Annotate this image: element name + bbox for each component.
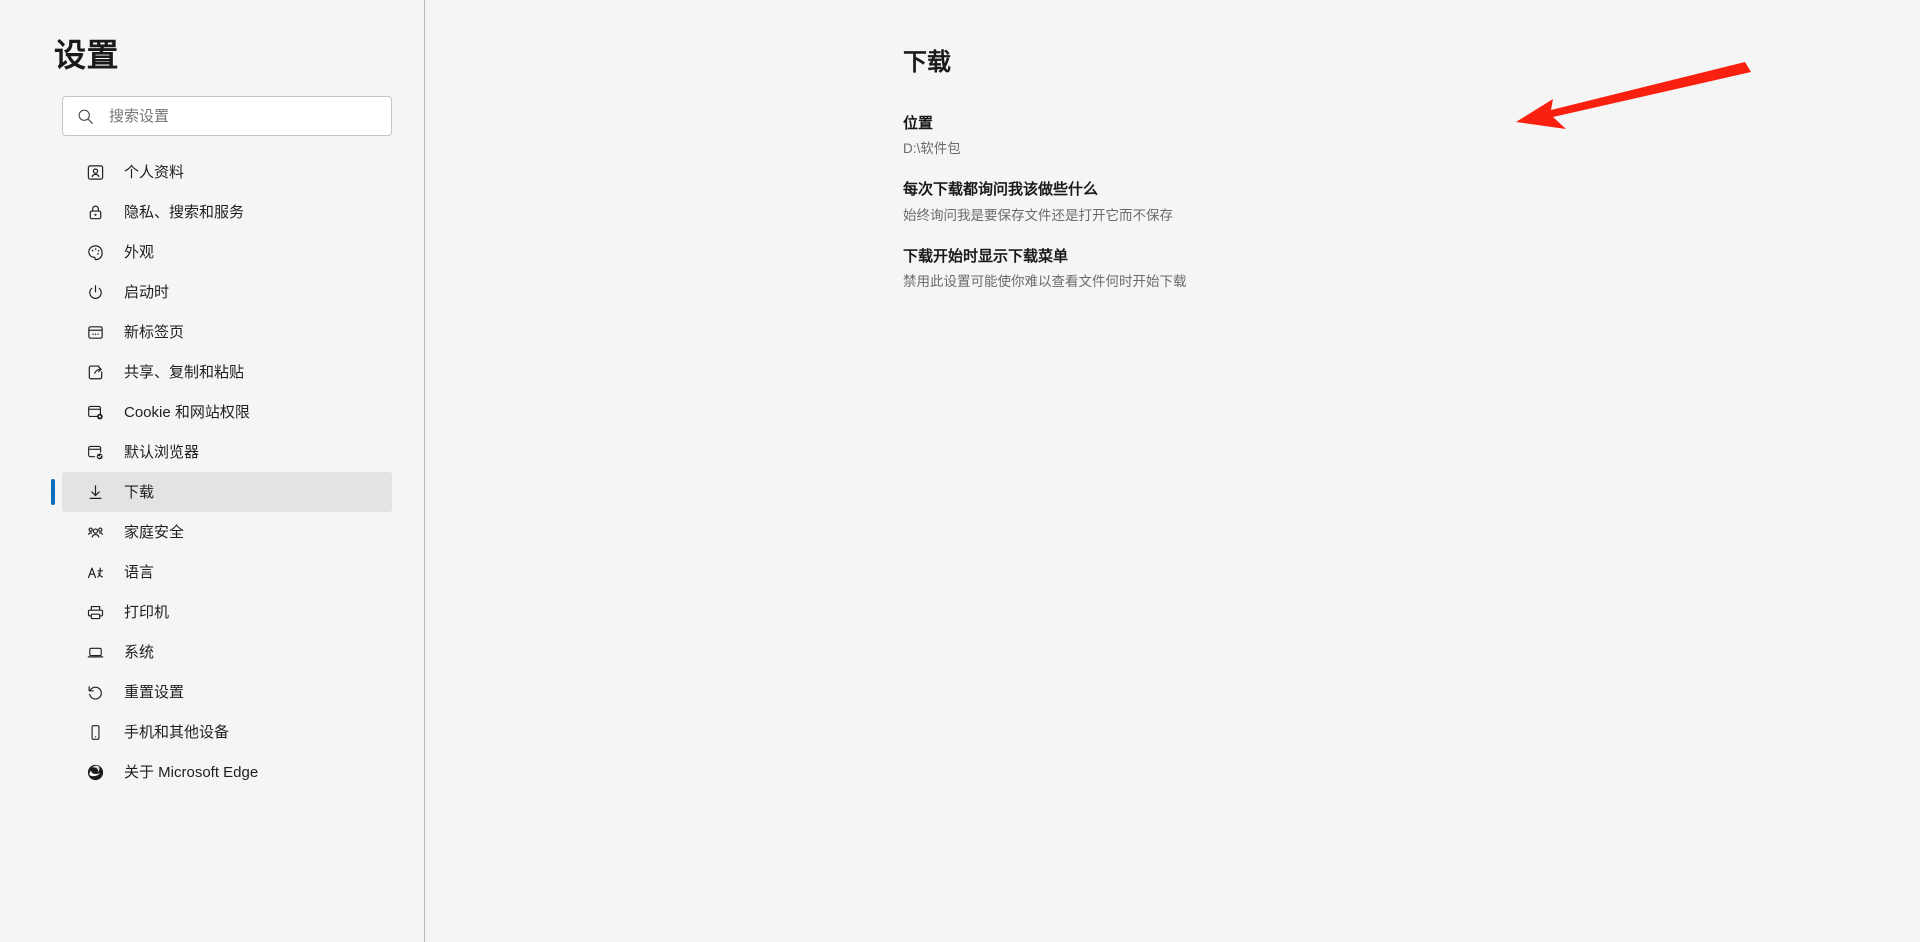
setting-control <box>1873 247 1920 269</box>
sidebar-item-cookies-site-permissions[interactable]: Cookie 和网站权限 <box>62 392 392 432</box>
sidebar-item-new-tab-page[interactable]: 新标签页 <box>62 312 392 352</box>
sidebar: 设置 个人资料 <box>0 0 425 942</box>
sidebar-item-phone-and-other-devices[interactable]: 手机和其他设备 <box>62 712 392 752</box>
sidebar-item-label: 启动时 <box>124 283 170 301</box>
new-tab-icon <box>84 321 106 343</box>
setting-title: 每次下载都询问我该做些什么 <box>903 181 1099 199</box>
sidebar-item-label: 新标签页 <box>124 323 185 341</box>
search-icon <box>75 106 95 126</box>
sidebar-item-label: 下载 <box>124 483 155 501</box>
settings-page: 设置 个人资料 <box>0 0 1920 942</box>
sidebar-item-label: Cookie 和网站权限 <box>124 403 250 421</box>
setting-row-show-downloads-menu: 下载开始时显示下载菜单 禁用此设置可能使你难以查看文件何时开始下载 <box>903 239 1920 305</box>
sidebar-nav: 个人资料 隐私、搜索和服务 外观 启动时 新标签页 共享、复制和粘贴 Cooki… <box>0 152 425 792</box>
phone-icon <box>84 721 106 743</box>
main-content: 下载 位置 D:\软件包 更改 每次下载都询问我该做些什么 始终询问我是要保存文… <box>425 0 1920 942</box>
system-icon <box>84 641 106 663</box>
download-icon <box>84 481 106 503</box>
sidebar-item-family-safety[interactable]: 家庭安全 <box>62 512 392 552</box>
language-icon <box>84 561 106 583</box>
power-icon <box>84 281 106 303</box>
family-icon <box>84 521 106 543</box>
lock-icon <box>84 201 106 223</box>
setting-texts: 下载开始时显示下载菜单 禁用此设置可能使你难以查看文件何时开始下载 <box>903 247 1187 291</box>
main-heading: 下载 <box>903 49 951 76</box>
sidebar-item-languages[interactable]: 语言 <box>62 552 392 592</box>
cookie-settings-icon <box>84 401 106 423</box>
search-input[interactable] <box>109 97 379 135</box>
palette-icon <box>84 241 106 263</box>
profile-icon <box>84 161 106 183</box>
sidebar-item-default-browser[interactable]: 默认浏览器 <box>62 432 392 472</box>
sidebar-item-share-copy-paste[interactable]: 共享、复制和粘贴 <box>62 352 392 392</box>
sidebar-item-label: 共享、复制和粘贴 <box>124 363 245 381</box>
sidebar-item-printers[interactable]: 打印机 <box>62 592 392 632</box>
sidebar-item-reset-settings[interactable]: 重置设置 <box>62 672 392 712</box>
setting-control: 更改 <box>1873 114 1920 156</box>
sidebar-item-privacy[interactable]: 隐私、搜索和服务 <box>62 192 392 232</box>
sidebar-item-label: 默认浏览器 <box>124 443 200 461</box>
printer-icon <box>84 601 106 623</box>
sidebar-item-label: 家庭安全 <box>124 523 185 541</box>
setting-subtitle: 禁用此设置可能使你难以查看文件何时开始下载 <box>903 274 1187 290</box>
search-box[interactable] <box>62 96 392 136</box>
setting-control <box>1873 180 1920 202</box>
sidebar-item-downloads[interactable]: 下载 <box>51 472 392 512</box>
sidebar-item-label: 隐私、搜索和服务 <box>124 203 245 221</box>
sidebar-item-on-startup[interactable]: 启动时 <box>62 272 392 312</box>
setting-subtitle: D:\软件包 <box>903 141 961 157</box>
sidebar-item-label: 手机和其他设备 <box>124 723 230 741</box>
sidebar-item-label: 系统 <box>124 643 155 661</box>
sidebar-item-label: 个人资料 <box>124 163 185 181</box>
setting-row-ask-what-to-do: 每次下载都询问我该做些什么 始终询问我是要保存文件还是打开它而不保存 <box>903 172 1920 238</box>
setting-title: 位置 <box>903 115 934 132</box>
setting-texts: 每次下载都询问我该做些什么 始终询问我是要保存文件还是打开它而不保存 <box>903 180 1173 224</box>
edge-logo-icon <box>84 761 106 783</box>
sidebar-item-label: 外观 <box>124 243 155 261</box>
sidebar-item-system[interactable]: 系统 <box>62 632 392 672</box>
setting-subtitle: 始终询问我是要保存文件还是打开它而不保存 <box>903 207 1173 223</box>
reset-icon <box>84 681 106 703</box>
sidebar-item-about-microsoft-edge[interactable]: 关于 Microsoft Edge <box>62 752 392 792</box>
page-title: 设置 <box>54 37 120 73</box>
sidebar-item-label: 关于 Microsoft Edge <box>124 763 259 781</box>
setting-title: 下载开始时显示下载菜单 <box>903 247 1069 265</box>
sidebar-item-label: 重置设置 <box>124 683 185 701</box>
settings-list: 位置 D:\软件包 更改 每次下载都询问我该做些什么 始终询问我是要保存文件还是… <box>903 106 1920 305</box>
setting-texts: 位置 D:\软件包 <box>903 114 961 158</box>
sidebar-item-label: 语言 <box>124 563 155 581</box>
setting-row-location: 位置 D:\软件包 更改 <box>903 106 1920 172</box>
sidebar-item-label: 打印机 <box>124 603 170 621</box>
sidebar-item-profile[interactable]: 个人资料 <box>62 152 392 192</box>
share-icon <box>84 361 106 383</box>
sidebar-item-appearance[interactable]: 外观 <box>62 232 392 272</box>
default-browser-icon <box>84 441 106 463</box>
